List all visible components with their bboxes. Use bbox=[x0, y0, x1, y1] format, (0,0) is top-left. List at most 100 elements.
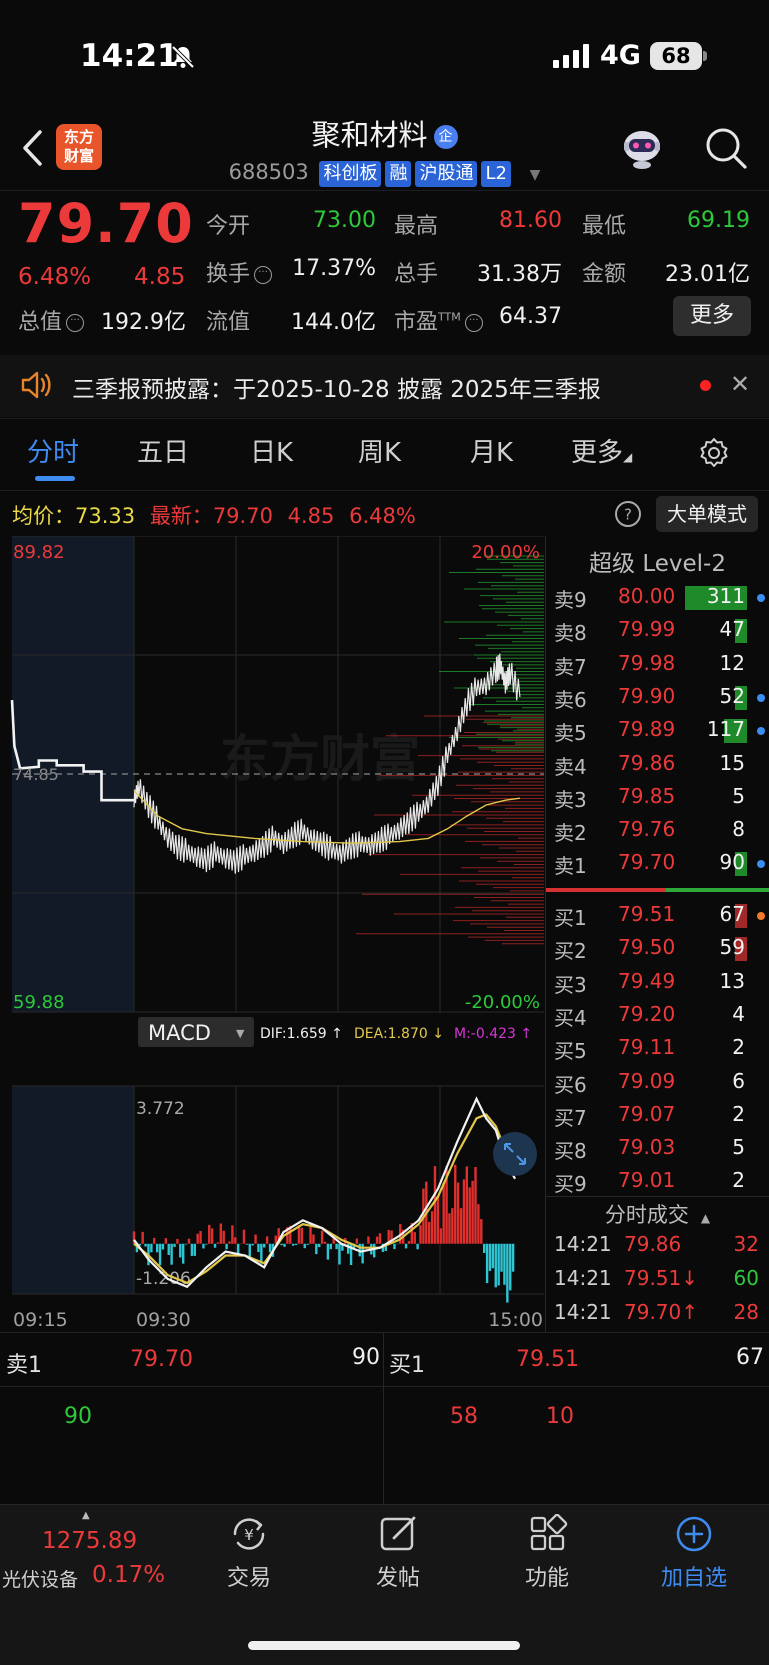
bid-level-label: 买5 bbox=[554, 1039, 587, 1064]
bid-level-label: 买6 bbox=[554, 1072, 587, 1097]
help-icon[interactable]: ? bbox=[614, 500, 642, 528]
ask-volume: 311 bbox=[706, 584, 745, 608]
status-time: 14:21 bbox=[80, 38, 179, 74]
ask-queue-item: 90 bbox=[64, 1404, 92, 1429]
nav-trade[interactable]: ¥ 交易 bbox=[189, 1514, 309, 1592]
tick-price: 79.70↑ bbox=[624, 1300, 699, 1324]
nav-add-watchlist[interactable]: 加自选 bbox=[634, 1514, 754, 1592]
more-info-icon[interactable]: ··· bbox=[254, 266, 273, 284]
bid-level-label: 买7 bbox=[554, 1105, 587, 1130]
chart-tabs: 分时 五日 日K 周K 月K 更多◢ bbox=[0, 432, 769, 488]
assistant-robot-icon[interactable] bbox=[618, 126, 666, 170]
order-marker-dot bbox=[757, 693, 765, 702]
tab-monthly-k[interactable]: 月K bbox=[470, 432, 513, 469]
ask-row[interactable]: 卖1 79.70 90 bbox=[546, 848, 769, 881]
total-mv-label-text: 总值 bbox=[18, 310, 63, 335]
bid-row[interactable]: 买2 79.50 59 bbox=[546, 933, 769, 966]
more-info-icon[interactable]: ··· bbox=[66, 314, 85, 332]
bid-row[interactable]: 买6 79.09 6 bbox=[546, 1067, 769, 1100]
bid-row[interactable]: 买9 79.01 2 bbox=[546, 1166, 769, 1199]
intraday-chart[interactable]: 东方财富 89.82 59.88 20.00% -20.00% 74.85 MACD ▼ DI… bbox=[0, 536, 546, 1336]
nav-post[interactable]: 发帖 bbox=[338, 1514, 458, 1592]
ask-row[interactable]: 卖4 79.86 15 bbox=[546, 749, 769, 782]
order-marker-dot bbox=[757, 594, 765, 602]
amount-label: 金额 bbox=[582, 262, 627, 287]
summary-bid-label: 买1 bbox=[389, 1353, 425, 1378]
bid-row[interactable]: 买8 79.03 5 bbox=[546, 1133, 769, 1166]
index-value[interactable]: 1275.89 bbox=[42, 1528, 137, 1554]
gear-icon[interactable] bbox=[697, 436, 731, 470]
tab-more-label: 更多 bbox=[571, 438, 624, 468]
ask-row[interactable]: 卖3 79.85 5 bbox=[546, 782, 769, 815]
bid-price: 79.50 bbox=[618, 935, 676, 960]
ask-volume: 12 bbox=[719, 650, 745, 675]
tab-five-day[interactable]: 五日 bbox=[137, 432, 189, 469]
turnover-value: 17.37% bbox=[292, 256, 376, 281]
ask-price: 79.86 bbox=[618, 750, 676, 775]
float-mv-value: 144.0亿 bbox=[291, 310, 376, 335]
bid-row[interactable]: 买1 79.51 67 bbox=[546, 900, 769, 933]
svg-text:¥: ¥ bbox=[244, 1526, 254, 1544]
bid-volume: 4 bbox=[732, 1001, 745, 1026]
bid-volume: 2 bbox=[732, 1101, 745, 1126]
unread-dot bbox=[700, 380, 711, 391]
caret-up-icon: ▲ bbox=[82, 1510, 90, 1521]
pe-label: 市盈TTM ··· bbox=[394, 304, 483, 336]
ask-level-label: 卖9 bbox=[554, 588, 587, 612]
nav-functions[interactable]: 功能 bbox=[487, 1514, 607, 1592]
total-mv-label: 总值 ··· bbox=[18, 304, 85, 336]
index-name[interactable]: 光伏设备 bbox=[2, 1565, 78, 1592]
tab-more[interactable]: 更多◢ bbox=[571, 432, 632, 469]
bid-price: 79.07 bbox=[618, 1101, 676, 1126]
level2-title[interactable]: 超级 Level-2 bbox=[546, 544, 769, 578]
ticks-title[interactable]: 分时成交 ▲ bbox=[546, 1199, 769, 1229]
nav-post-label: 发帖 bbox=[375, 1566, 420, 1591]
index-change-pct[interactable]: 0.17% bbox=[92, 1562, 165, 1588]
bid-price: 79.51 bbox=[618, 902, 676, 926]
more-button[interactable]: 更多 bbox=[673, 296, 751, 336]
pct-min-label: -20.00% bbox=[465, 992, 540, 1013]
search-icon[interactable] bbox=[704, 126, 748, 170]
ask-row[interactable]: 卖7 79.98 12 bbox=[546, 649, 769, 682]
bid-queue-item: 58 bbox=[450, 1404, 478, 1429]
ask-row[interactable]: 卖5 79.89 117 bbox=[546, 715, 769, 748]
ask-row[interactable]: 卖8 79.99 47 bbox=[546, 615, 769, 648]
tab-intraday[interactable]: 分时 bbox=[27, 432, 79, 469]
notice-text[interactable]: 三季报预披露：于2025-10-28 披露 2025年三季报 bbox=[72, 370, 601, 404]
chevron-down-icon[interactable]: ▼ bbox=[530, 167, 541, 183]
avg-value: 73.33 bbox=[75, 504, 136, 528]
bid-row[interactable]: 买4 79.20 4 bbox=[546, 1000, 769, 1033]
more-info-icon[interactable]: ··· bbox=[464, 314, 483, 332]
volume-value: 31.38万 bbox=[477, 262, 562, 287]
bid-price: 79.49 bbox=[618, 968, 676, 993]
ask-row[interactable]: 卖9 80.00 311 bbox=[546, 582, 769, 615]
pe-label-text: 市盈 bbox=[394, 310, 439, 335]
add-circle-icon bbox=[676, 1516, 712, 1552]
stock-code: 688503 bbox=[228, 160, 309, 184]
prev-close-label: 74.85 bbox=[13, 765, 59, 784]
bid-row[interactable]: 买3 79.49 13 bbox=[546, 967, 769, 1000]
ask-level-label: 卖1 bbox=[554, 854, 587, 879]
bid-price: 79.01 bbox=[618, 1168, 676, 1193]
order-marker-dot bbox=[757, 912, 765, 920]
high-value: 81.60 bbox=[499, 208, 562, 233]
bid-price: 79.03 bbox=[618, 1135, 676, 1160]
order-marker-dot bbox=[757, 727, 765, 736]
tab-daily-k[interactable]: 日K bbox=[250, 432, 293, 469]
watermark: 东方财富 bbox=[220, 730, 420, 788]
chart-info-line: 均价：73.33 最新：79.70 4.85 6.48% bbox=[12, 500, 416, 530]
bid-row[interactable]: 买7 79.07 2 bbox=[546, 1100, 769, 1133]
ask-row[interactable]: 卖2 79.76 8 bbox=[546, 815, 769, 848]
close-icon[interactable]: ✕ bbox=[730, 370, 750, 398]
tick-row: 14:21 79.51↓ 60 bbox=[546, 1264, 769, 1298]
bid-level-label: 买3 bbox=[554, 972, 587, 997]
big-order-mode-button[interactable]: 大单模式 bbox=[656, 496, 758, 532]
ask-volume: 47 bbox=[719, 617, 745, 642]
macd-y-max-label: 3.772 bbox=[136, 1099, 185, 1119]
bid-row[interactable]: 买5 79.11 2 bbox=[546, 1033, 769, 1066]
ask-volume: 90 bbox=[719, 850, 745, 875]
tick-time: 14:21 bbox=[554, 1266, 612, 1290]
tab-weekly-k[interactable]: 周K bbox=[358, 432, 401, 469]
ask-row[interactable]: 卖6 79.90 52 bbox=[546, 682, 769, 715]
speaker-icon bbox=[21, 371, 51, 399]
